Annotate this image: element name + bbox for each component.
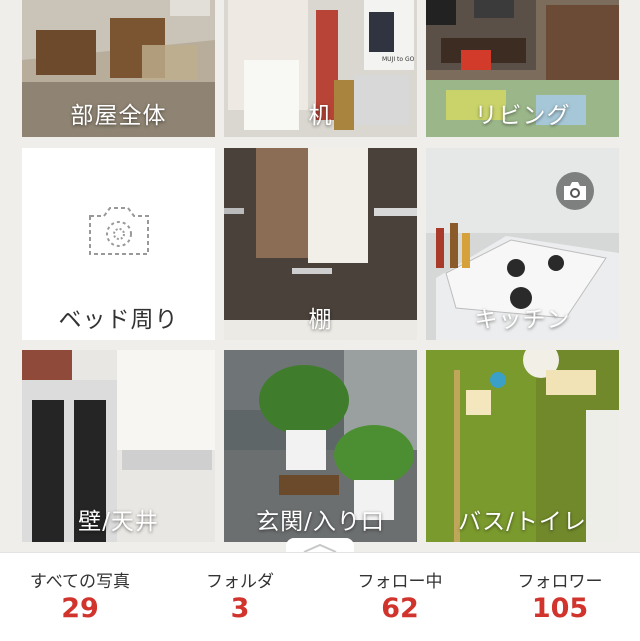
desk-book-title: MUJI to GO xyxy=(382,56,415,63)
folder-label: 机 xyxy=(308,103,333,129)
profile-stats-bar: すべての写真 29 フォルダ 3 フォロー中 62 フォロワー 105 xyxy=(0,552,640,641)
folder-tile-desk[interactable]: MUJI to GO 机 xyxy=(224,0,417,137)
folder-tile-kitchen[interactable]: キッチン xyxy=(426,148,619,340)
stat-label: すべての写真 xyxy=(29,572,131,592)
stat-count: 105 xyxy=(531,593,589,624)
folder-label: リビング xyxy=(474,103,571,129)
folder-label: 部屋全体 xyxy=(70,103,167,129)
folder-tile-shelf[interactable]: 棚 xyxy=(224,148,417,340)
folder-tile-bedside[interactable]: ベッド周り xyxy=(22,148,215,340)
stat-label: フォルダ xyxy=(206,572,274,592)
folder-label: バス/トイレ xyxy=(458,509,587,535)
folder-label: 壁/天井 xyxy=(78,509,159,535)
stat-followers[interactable]: フォロワー 105 xyxy=(480,553,640,641)
stat-label: フォロワー xyxy=(517,572,603,592)
stat-folders[interactable]: フォルダ 3 xyxy=(160,553,320,641)
folder-tile-wall[interactable]: 壁/天井 xyxy=(22,350,215,542)
camera-icon[interactable] xyxy=(556,172,594,210)
folder-label: 玄関/入り口 xyxy=(256,509,385,535)
stat-all-photos[interactable]: すべての写真 29 xyxy=(0,553,160,641)
add-photo-camera-icon xyxy=(89,207,149,255)
folder-tile-living[interactable]: リビング xyxy=(426,0,619,137)
stat-following[interactable]: フォロー中 62 xyxy=(320,553,480,641)
folder-tile-bath[interactable]: バス/トイレ xyxy=(426,350,619,542)
folder-tile-room[interactable]: 部屋全体 xyxy=(22,0,215,137)
stat-count: 3 xyxy=(230,593,250,624)
stat-label: フォロー中 xyxy=(357,572,443,592)
folder-label: 棚 xyxy=(308,307,333,333)
folder-tile-entrance[interactable]: 玄関/入り口 xyxy=(224,350,417,542)
folder-label: キッチン xyxy=(474,307,571,333)
folder-label: ベッド周り xyxy=(58,307,179,333)
stat-count: 29 xyxy=(61,593,99,624)
stat-count: 62 xyxy=(381,593,419,624)
